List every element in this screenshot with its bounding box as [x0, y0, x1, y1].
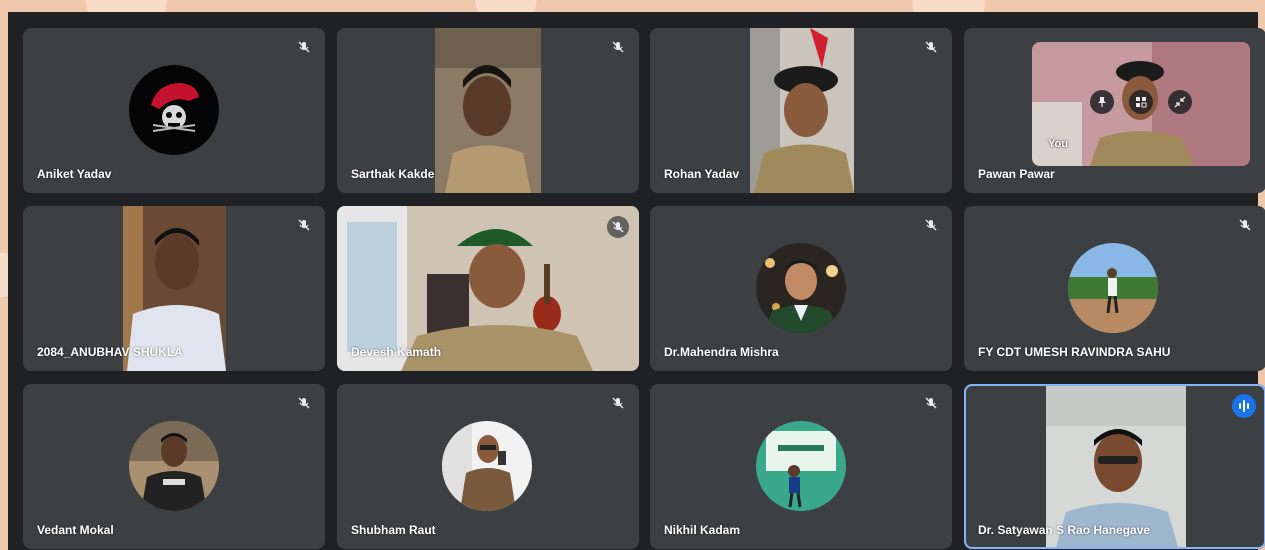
mic-off-icon — [922, 396, 940, 414]
mic-off-icon — [922, 218, 940, 236]
avatar — [756, 421, 846, 511]
participant-tile-umesh-sahu[interactable]: FY CDT UMESH RAVINDRA SAHU — [964, 206, 1265, 371]
participant-video — [435, 28, 541, 193]
audio-level-icon — [1232, 394, 1256, 418]
mic-off-icon — [607, 216, 629, 238]
participant-name: Rohan Yadav — [664, 167, 740, 181]
self-view-video: You — [1032, 42, 1250, 166]
participant-name: FY CDT UMESH RAVINDRA SAHU — [978, 345, 1171, 359]
avatar — [129, 65, 219, 155]
participant-name: Dr. Satyawan S Rao Hanegave — [978, 523, 1151, 537]
participant-tile-anubhav-shukla[interactable]: 2084_ANUBHAV SHUKLA — [23, 206, 325, 371]
participant-tile-pawan-pawar[interactable]: You Pawan Pawar — [964, 28, 1265, 193]
avatar — [129, 421, 219, 511]
participant-tile-mahendra-mishra[interactable]: Dr.Mahendra Mishra — [650, 206, 952, 371]
participant-name: Shubham Raut — [351, 523, 436, 537]
frame-icon[interactable] — [1129, 90, 1153, 114]
participant-name: 2084_ANUBHAV SHUKLA — [37, 345, 183, 359]
participant-video — [750, 28, 854, 193]
avatar — [756, 243, 846, 333]
participant-name: Aniket Yadav — [37, 167, 112, 181]
participant-tile-nikhil-kadam[interactable]: Nikhil Kadam — [650, 384, 952, 549]
mic-off-icon — [1236, 218, 1254, 236]
mic-off-icon — [922, 40, 940, 58]
participant-name: Vedant Mokal — [37, 523, 114, 537]
participant-tile-devesh-kamath[interactable]: Devesh Kamath — [337, 206, 639, 371]
participant-tile-vedant-mokal[interactable]: Vedant Mokal — [23, 384, 325, 549]
mic-off-icon — [295, 40, 313, 58]
avatar — [1068, 243, 1158, 333]
participant-tile-shubham-raut[interactable]: Shubham Raut — [337, 384, 639, 549]
minimize-icon[interactable] — [1168, 90, 1192, 114]
pin-icon[interactable] — [1090, 90, 1114, 114]
participant-name: Nikhil Kadam — [664, 523, 741, 537]
participant-name: Devesh Kamath — [351, 345, 442, 359]
participant-tile-aniket-yadav[interactable]: Aniket Yadav — [23, 28, 325, 193]
participant-tile-sarthak-kakde[interactable]: Sarthak Kakde — [337, 28, 639, 193]
participant-name: Dr.Mahendra Mishra — [664, 345, 779, 359]
participant-tile-satyawan-hanegave[interactable]: Dr. Satyawan S Rao Hanegave — [964, 384, 1265, 549]
avatar — [442, 421, 532, 511]
mic-off-icon — [295, 396, 313, 414]
mic-off-icon — [295, 218, 313, 236]
mic-off-icon — [609, 40, 627, 58]
participant-name: Pawan Pawar — [978, 167, 1055, 181]
mic-off-icon — [609, 396, 627, 414]
participant-tile-rohan-yadav[interactable]: Rohan Yadav — [650, 28, 952, 193]
self-view-label: You — [1048, 138, 1068, 150]
participant-name: Sarthak Kakde — [351, 167, 435, 181]
meeting-grid: Aniket Yadav Sarthak Kakde Rohan Yadav Y… — [8, 12, 1265, 550]
